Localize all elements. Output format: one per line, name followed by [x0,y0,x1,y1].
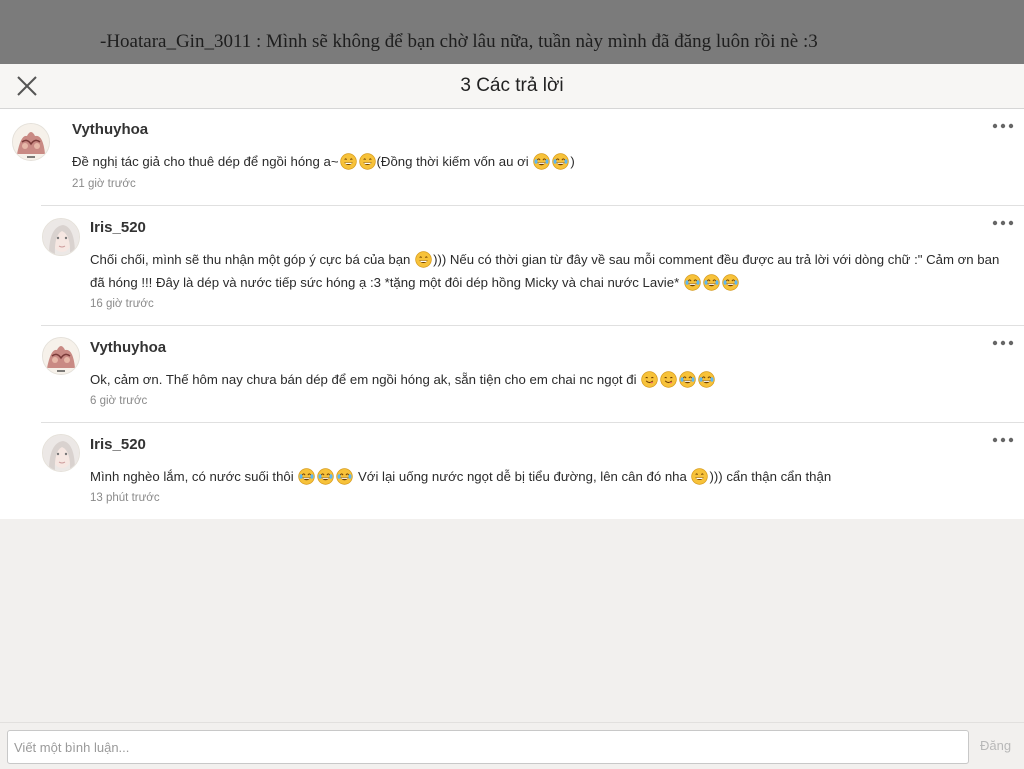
comment-timestamp: 6 giờ trước [90,395,148,407]
avatar[interactable] [12,123,50,161]
avatar-photo [43,219,79,255]
grin-emoji-icon [358,153,376,170]
comment-text: Mình nghèo lắm, có nước suối thôi Với lạ… [90,468,832,485]
avatar[interactable] [42,337,80,375]
story-backdrop: -Hoatara_Gin_3011 : Mình sẽ không để bạn… [0,0,1024,64]
comment-username[interactable]: Iris_520 [90,436,146,453]
replies-header: 3 Các trả lời [0,64,1024,109]
comment-composer: Đăng [0,722,1024,769]
more-options-icon[interactable] [992,122,1014,130]
comment-username[interactable]: Vythuyhoa [72,121,148,138]
joy-emoji-icon [552,153,570,170]
more-options-icon[interactable] [992,339,1014,347]
reply-comment: Vythuyhoa Ok, cảm ơn. Thế hôm nay chưa b… [41,325,1024,422]
reply-comment: Iris_520 Chối chối, mình sẽ thu nhận một… [41,205,1024,325]
more-options-icon[interactable] [992,436,1014,444]
joy-emoji-icon [679,371,696,388]
joy-emoji-icon [703,274,720,291]
joy-emoji-icon [533,153,551,170]
joy-emoji-icon [298,468,316,485]
comment-thread: Vythuyhoa Đề nghị tác giả cho thuê dép đ… [0,109,1024,519]
grin-emoji-icon [415,251,432,268]
joy-emoji-icon [317,468,335,485]
comment-username[interactable]: Iris_520 [90,219,146,236]
more-options-icon[interactable] [992,219,1014,227]
parent-comment: Vythuyhoa Đề nghị tác giả cho thuê dép đ… [0,109,1024,205]
grin-emoji-icon [339,153,357,170]
comment-timestamp: 16 giờ trước [90,298,154,310]
avatar-photo [43,435,79,471]
joy-emoji-icon [722,274,739,291]
comment-text: Đề nghị tác giả cho thuê dép để ngồi hón… [72,153,575,170]
comment-username[interactable]: Vythuyhoa [90,339,166,356]
avatar[interactable] [42,218,80,256]
avatar-illustration [13,124,49,160]
comment-input[interactable] [7,730,969,764]
joy-emoji-icon [684,274,701,291]
comment-timestamp: 13 phút trước [90,492,160,504]
joy-emoji-icon [698,371,715,388]
post-button[interactable]: Đăng [980,738,1011,753]
replies-title: 3 Các trả lời [460,75,564,96]
story-text: -Hoatara_Gin_3011 : Mình sẽ không để bạn… [100,31,818,52]
comment-text: Chối chối, mình sẽ thu nhận một góp ý cự… [90,251,1000,291]
comment-text: Ok, cảm ơn. Thế hôm nay chưa bán dép để … [90,368,1000,391]
grin-emoji-icon [691,468,709,485]
avatar-illustration [43,338,79,374]
avatar[interactable] [42,434,80,472]
reply-comment: Iris_520 Mình nghèo lắm, có nước suối th… [41,422,1024,520]
yum-emoji-icon [660,371,677,388]
joy-emoji-icon [336,468,354,485]
comment-timestamp: 21 giờ trước [72,178,136,190]
yum-emoji-icon [641,371,658,388]
